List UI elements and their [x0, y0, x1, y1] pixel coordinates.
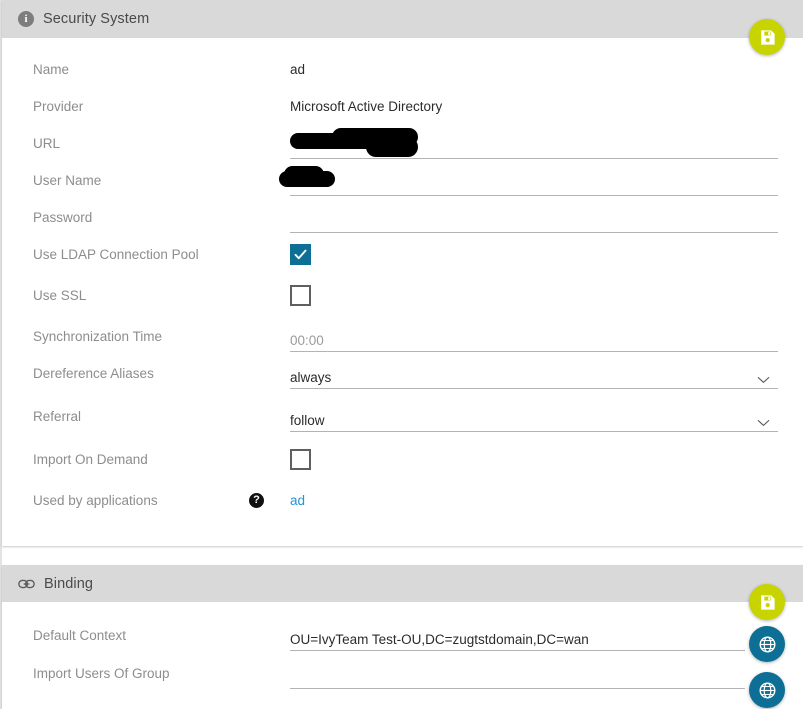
save-button-binding[interactable] [749, 584, 785, 620]
checkbox-use-ssl[interactable] [290, 285, 311, 306]
dereference-aliases-value: always [290, 370, 332, 385]
label-dereference-aliases: Dereference Aliases [33, 366, 154, 381]
binding-card-header: Binding [2, 565, 803, 602]
check-icon [294, 249, 307, 260]
redaction-mark [366, 137, 418, 157]
label-import-on-demand: Import On Demand [33, 452, 148, 467]
field-row-dereference-aliases: Dereference Aliases always [2, 364, 803, 401]
label-provider: Provider [33, 99, 84, 114]
value-name: ad [290, 62, 306, 77]
info-icon: i [18, 11, 34, 27]
value-provider: Microsoft Active Directory [290, 99, 443, 114]
checkbox-import-on-demand[interactable] [290, 449, 311, 470]
label-password: Password [33, 210, 93, 225]
field-row-password: Password [2, 208, 803, 245]
default-context-value: OU=IvyTeam Test-OU,DC=zugtstdomain,DC=wa… [290, 632, 589, 647]
chevron-down-icon [757, 420, 770, 426]
binding-title: Binding [44, 575, 94, 592]
field-row-user-name: User Name [2, 171, 803, 208]
field-row-used-by-applications: Used by applications ? ad [2, 491, 803, 528]
label-import-users-of-group: Import Users Of Group [33, 666, 170, 681]
field-row-referral: Referral follow [2, 407, 803, 444]
referral-select[interactable]: follow [290, 407, 778, 432]
checkbox-use-ldap-connection-pool[interactable] [290, 244, 311, 265]
globe-icon [759, 636, 775, 652]
field-row-use-ssl: Use SSL [2, 285, 803, 323]
help-icon[interactable]: ? [249, 493, 264, 508]
chain-link-icon [18, 579, 35, 588]
field-row-import-users-of-group: Import Users Of Group [2, 664, 803, 701]
security-system-card: i Security System Name ad Provider Micro… [2, 0, 803, 546]
label-use-ldap-connection-pool: Use LDAP Connection Pool [33, 247, 199, 262]
page-root: i Security System Name ad Provider Micro… [0, 0, 803, 709]
label-url: URL [33, 136, 61, 151]
label-default-context: Default Context [33, 628, 127, 643]
label-synchronization-time: Synchronization Time [33, 329, 163, 344]
label-use-ssl: Use SSL [33, 288, 87, 303]
synchronization-time-input[interactable]: 00:00 [290, 327, 778, 352]
browse-import-users-of-group-button[interactable] [749, 672, 785, 708]
globe-icon [759, 682, 775, 698]
label-used-by-applications: Used by applications [33, 493, 158, 508]
field-row-import-on-demand: Import On Demand [2, 449, 803, 487]
field-row-name: Name ad [2, 60, 803, 97]
password-input[interactable] [290, 208, 778, 233]
import-users-of-group-input[interactable] [290, 664, 745, 689]
security-system-card-header: i Security System [2, 0, 803, 38]
dereference-aliases-select[interactable]: always [290, 364, 778, 389]
referral-value: follow [290, 413, 325, 428]
field-row-use-ldap-connection-pool: Use LDAP Connection Pool [2, 244, 803, 282]
link-icon [18, 578, 35, 590]
redaction-mark [284, 166, 324, 183]
security-system-title: Security System [43, 11, 150, 27]
binding-card: Binding Default Context OU=IvyTeam Test-… [2, 565, 803, 709]
field-row-default-context: Default Context OU=IvyTeam Test-OU,DC=zu… [2, 626, 803, 663]
used-by-applications-link[interactable]: ad [290, 491, 305, 511]
synchronization-time-value: 00:00 [290, 333, 324, 348]
field-row-synchronization-time: Synchronization Time 00:00 [2, 327, 803, 364]
save-icon [760, 594, 775, 610]
label-name: Name [33, 62, 70, 77]
label-referral: Referral [33, 409, 82, 424]
browse-default-context-button[interactable] [749, 626, 785, 662]
save-button-security-system[interactable] [749, 19, 785, 55]
save-icon [760, 29, 775, 45]
label-user-name: User Name [33, 173, 102, 188]
user-name-input[interactable] [290, 171, 778, 196]
chevron-down-icon [757, 377, 770, 383]
default-context-input[interactable]: OU=IvyTeam Test-OU,DC=zugtstdomain,DC=wa… [290, 626, 745, 651]
